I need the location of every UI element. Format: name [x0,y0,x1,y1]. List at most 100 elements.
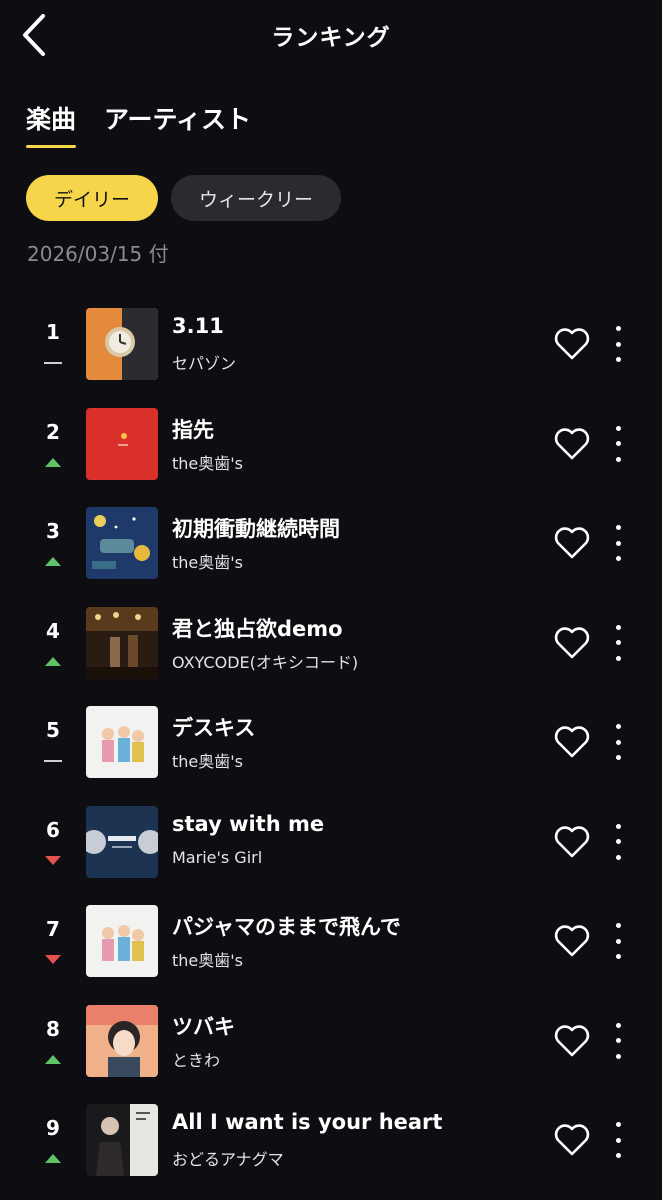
heart-icon [554,1024,590,1056]
ranking-row[interactable]: 5 デスキス the奥歯's [0,700,662,800]
album-cover [86,905,158,977]
ranking-row[interactable]: 9 All I want is your heart おどるアナグマ [0,1098,662,1198]
trend-up-icon [45,1054,61,1064]
like-button[interactable] [552,523,592,563]
category-tabs: 楽曲 アーティスト [26,100,251,148]
more-dot-icon [615,341,621,347]
album-cover [86,1004,158,1077]
more-dot-icon [615,441,621,446]
more-options-button[interactable] [606,1019,630,1063]
more-dot-icon [615,1153,621,1158]
ranking-row[interactable]: 6 stay with me Marie's Girl [0,800,662,900]
more-options-button[interactable] [606,919,630,963]
song-title: 3.11 [172,314,224,338]
daily-button[interactable]: デイリー [26,175,159,221]
more-dot-icon [615,854,621,860]
rank-number: 9 [46,1116,60,1140]
more-options-button[interactable] [606,422,630,466]
song-title: 初期衝動継続時間 [172,517,340,541]
like-button[interactable] [552,424,592,464]
more-dot-icon [615,839,621,844]
album-cover [86,407,158,480]
like-button[interactable] [552,822,592,862]
tab-artists[interactable]: アーティスト [104,100,251,146]
rank-number: 4 [46,618,60,643]
ranking-row[interactable]: 2 指先 the奥歯's [0,402,662,502]
more-dot-icon [615,938,621,944]
rank-number: 8 [46,1016,60,1041]
more-dot-icon [615,1022,621,1028]
more-dot-icon [615,739,621,745]
trend-up-icon [45,457,61,467]
more-dot-icon [615,823,621,829]
song-title: stay with me [172,811,325,836]
heart-icon [554,427,590,459]
song-title: 君と独占欲demo [172,616,343,641]
more-dot-icon [615,326,621,331]
more-options-button[interactable] [606,322,630,366]
header: ランキング [0,0,662,72]
album-cover [86,805,158,878]
like-button[interactable] [552,1021,592,1061]
heart-icon [554,328,590,360]
trend-same-icon [44,362,62,364]
more-options-button[interactable] [606,521,630,565]
ranking-list: 1 3.11 セパゾン 2 指先 the奥歯's 3 初期衝動継続時間 the奥… [0,302,662,1198]
like-button[interactable] [552,1120,592,1160]
like-button[interactable] [552,921,592,961]
rank-number: 1 [46,320,60,344]
heart-icon [554,1124,590,1156]
album-cover [86,507,158,579]
trend-up-icon [45,557,61,566]
rank-number: 5 [46,718,60,742]
artist-name: おどるアナグマ [172,1150,284,1169]
album-cover [86,606,158,679]
more-dot-icon [615,1137,621,1143]
rank-number: 6 [46,817,60,842]
heart-icon [554,726,590,758]
page-title: ランキング [271,25,391,51]
more-dot-icon [615,425,621,431]
more-options-button[interactable] [606,820,630,864]
trend-down-icon [45,855,61,865]
artist-name: OXYCODE(オキシコード) [172,652,359,672]
album-cover [86,308,158,380]
ranking-row[interactable]: 7 パジャマのままで飛んで the奥歯's [0,899,662,999]
more-options-button[interactable] [606,621,630,665]
weekly-button[interactable]: ウィークリー [171,175,342,221]
like-button[interactable] [552,324,592,364]
rank-number: 3 [46,519,60,543]
heart-icon [554,925,590,957]
like-button[interactable] [552,623,592,663]
more-dot-icon [615,624,621,630]
more-dot-icon [615,1038,621,1043]
trend-same-icon [44,760,62,762]
more-dot-icon [615,755,621,760]
artist-name: the奥歯's [172,453,243,473]
more-options-button[interactable] [606,720,630,764]
song-title: 指先 [172,417,214,442]
artist-name: ときわ [172,1050,221,1070]
more-dot-icon [615,540,621,546]
ranking-row[interactable]: 4 君と独占欲demo OXYCODE(オキシコード) [0,601,662,701]
ranking-row[interactable]: 8 ツバキ ときわ [0,999,662,1099]
ranking-row[interactable]: 1 3.11 セパゾン [0,302,662,402]
more-dot-icon [615,1122,621,1127]
song-title: All I want is your heart [172,1110,443,1134]
rank-number: 7 [46,917,60,941]
rank-number: 2 [46,419,60,444]
album-cover [86,706,158,778]
ranking-row[interactable]: 3 初期衝動継続時間 the奥歯's [0,501,662,601]
heart-icon [554,825,590,857]
artist-name: Marie's Girl [172,847,263,867]
artist-name: セパゾン [172,354,237,373]
more-dot-icon [615,640,621,645]
more-dot-icon [615,525,621,530]
artist-name: the奥歯's [172,951,243,970]
tab-songs[interactable]: 楽曲 [26,100,77,148]
heart-icon [554,527,590,559]
more-dot-icon [615,1053,621,1059]
trend-up-icon [45,656,61,666]
like-button[interactable] [552,722,592,762]
more-options-button[interactable] [606,1118,630,1162]
